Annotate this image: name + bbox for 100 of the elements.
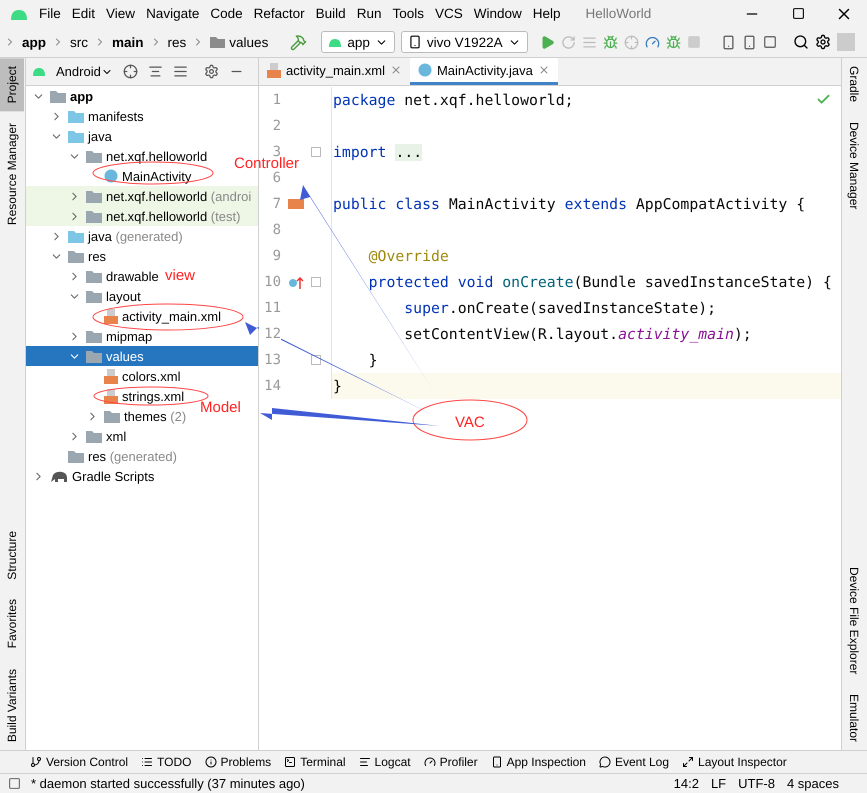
tree-item[interactable]: net.xqf.helloworld (test) <box>106 208 240 224</box>
tool-window-button[interactable]: Version Control <box>30 755 128 769</box>
tree-item[interactable]: layout <box>106 288 141 304</box>
tree-item[interactable]: strings.xml <box>122 388 184 404</box>
editor-tab[interactable]: activity_main.xml <box>259 58 410 85</box>
status-item[interactable]: UTF-8 <box>738 776 775 791</box>
menu-item[interactable]: File <box>39 6 61 21</box>
menu-item[interactable]: Tools <box>392 6 424 21</box>
menu-item[interactable]: Window <box>474 6 522 21</box>
search-icon[interactable] <box>792 34 809 50</box>
tool-window-tab[interactable]: Favorites <box>0 591 24 657</box>
xml-file-icon <box>104 368 118 384</box>
status-message: * daemon started successfully (37 minutes ago) <box>31 776 305 791</box>
tool-window-button[interactable]: App Inspection <box>490 755 586 769</box>
annotation-label: VAC <box>455 416 485 430</box>
tree-item[interactable]: res <box>88 248 106 264</box>
crosshair-icon[interactable] <box>122 64 138 79</box>
tool-icon <box>358 756 371 768</box>
tree-item[interactable]: manifests <box>88 108 144 124</box>
tree-item[interactable]: res (generated) <box>88 448 177 464</box>
tree-item[interactable]: activity_main.xml <box>122 308 221 324</box>
tree-item[interactable]: drawable <box>106 268 159 284</box>
breadcrumb-item[interactable]: main <box>112 34 144 50</box>
tool-window-button[interactable]: Logcat <box>358 755 411 769</box>
breadcrumb-item[interactable]: res <box>168 34 186 50</box>
class-icon <box>418 63 432 77</box>
menu-item[interactable]: Code <box>210 6 243 21</box>
menu-item[interactable]: Run <box>356 6 382 21</box>
tool-window-button[interactable]: Layout Inspector <box>682 755 787 769</box>
tree-item[interactable]: themes (2) <box>124 408 186 424</box>
collapse-all-icon[interactable] <box>172 64 188 79</box>
breadcrumb-item[interactable]: app <box>22 34 46 50</box>
tree-item[interactable]: mipmap <box>106 328 152 344</box>
tree-item[interactable]: colors.xml <box>122 368 181 384</box>
tree-item[interactable]: xml <box>106 428 126 444</box>
folder-icon <box>104 410 120 422</box>
folder-icon <box>86 350 102 362</box>
tool-window-tab[interactable]: Gradle <box>842 58 866 110</box>
menu-item[interactable]: Edit <box>72 6 96 21</box>
tool-window-tab[interactable]: Resource Manager <box>0 115 24 234</box>
folder-icon <box>86 270 102 282</box>
settings-icon[interactable] <box>814 34 831 50</box>
folder-icon <box>86 290 102 302</box>
status-item[interactable]: LF <box>710 776 726 791</box>
tool-window-tab[interactable]: Device Manager <box>842 114 866 218</box>
menu-item[interactable]: View <box>106 6 136 21</box>
folder-icon <box>68 450 84 462</box>
tool-window-tab[interactable]: Project <box>0 58 24 112</box>
menu-item[interactable]: VCS <box>434 6 463 21</box>
maximize-icon[interactable] <box>792 7 804 20</box>
override-icon[interactable] <box>288 275 304 289</box>
tree-item[interactable]: java (generated) <box>88 228 183 244</box>
annotation-label: view <box>165 269 196 283</box>
annotation-label: Controller <box>234 157 300 171</box>
tool-window-tab[interactable]: Device File Explorer <box>842 558 866 682</box>
project-view-dropdown[interactable]: Android <box>56 64 113 79</box>
line-number: 12 <box>259 326 281 342</box>
folder-icon <box>68 250 84 262</box>
gauge-icon[interactable] <box>644 34 660 50</box>
tool-window-button[interactable]: Event Log <box>598 755 670 769</box>
phone-icon[interactable] <box>742 34 757 50</box>
tree-item[interactable]: Gradle Scripts <box>72 468 154 484</box>
folder-icon <box>50 90 66 102</box>
status-item[interactable]: 4 spaces <box>786 776 839 791</box>
tool-window-button[interactable]: TODO <box>141 755 192 769</box>
settings-icon[interactable] <box>204 64 219 79</box>
tool-window-tab[interactable]: Build Variants <box>0 660 24 750</box>
tree-item[interactable]: net.xqf.helloworld <box>106 148 208 164</box>
tree-item[interactable]: net.xqf.helloworld (androi <box>106 188 252 204</box>
folder-icon <box>86 430 102 442</box>
tool-window-tab[interactable]: Emulator <box>842 686 866 750</box>
code-line: } <box>368 352 378 368</box>
tool-window-button[interactable]: Problems <box>204 755 272 769</box>
tool-window-button[interactable]: Profiler <box>424 755 478 769</box>
fold-icon[interactable] <box>311 355 321 365</box>
tool-window-button[interactable]: Terminal <box>284 755 346 769</box>
panel-icon[interactable] <box>8 777 21 790</box>
phone-icon <box>408 35 422 49</box>
tool-window-tab[interactable]: Structure <box>0 522 24 588</box>
hammer-icon[interactable] <box>290 34 308 50</box>
breadcrumb-item[interactable]: src <box>70 34 88 50</box>
editor-tab[interactable]: MainActivity.java <box>410 58 558 85</box>
tree-item[interactable]: values <box>106 348 144 364</box>
tool-icon <box>598 756 611 768</box>
menu-item[interactable]: Navigate <box>146 6 200 21</box>
tree-item[interactable]: java <box>88 128 112 144</box>
device-dropdown[interactable]: vivo V1922A <box>400 31 528 53</box>
menu-item[interactable]: Help <box>532 6 561 21</box>
tree-item[interactable]: MainActivity <box>122 168 192 184</box>
menu-item[interactable]: Refactor <box>254 6 305 21</box>
expand-all-icon[interactable] <box>148 64 163 79</box>
breadcrumb-item[interactable]: values <box>210 34 268 50</box>
run-config-dropdown[interactable]: app <box>321 31 395 53</box>
menu-item[interactable]: Build <box>316 6 346 21</box>
tool-icon <box>30 756 42 768</box>
tree-item[interactable]: app <box>70 88 94 104</box>
window-title: HelloWorld <box>586 6 652 21</box>
folder-icon <box>68 230 84 242</box>
phone-icon[interactable] <box>720 34 736 50</box>
status-item[interactable]: 14:2 <box>674 776 699 791</box>
